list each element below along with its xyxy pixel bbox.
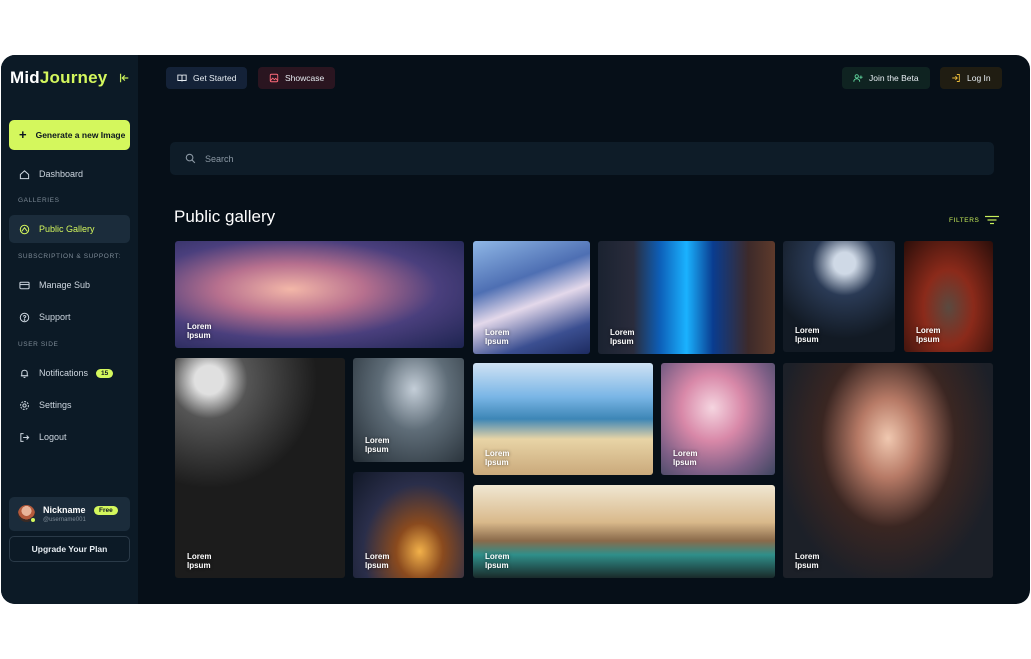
bell-icon <box>20 369 29 378</box>
gallery-icon <box>19 224 30 234</box>
image-caption: Lorem Ipsum <box>795 552 820 570</box>
filters-label: FILTERS <box>949 216 980 224</box>
image-caption: Lorem Ipsum <box>795 326 820 344</box>
gallery-image-unicorn[interactable]: Lorem Ipsum <box>661 363 775 475</box>
section-heading-galleries: GALLERIES <box>18 197 60 204</box>
user-nickname: Nickname <box>43 505 86 515</box>
generate-image-button[interactable]: + Generate a new Image <box>9 120 130 150</box>
plus-icon: + <box>19 127 27 142</box>
logo: MidJourney <box>10 68 107 88</box>
upgrade-plan-label: Upgrade Your Plan <box>31 544 108 554</box>
plan-badge: Free <box>94 506 118 515</box>
get-started-button[interactable]: Get Started <box>166 67 248 89</box>
image-caption: Lorem Ipsum <box>485 449 510 467</box>
filters-button[interactable]: FILTERS <box>949 215 1000 225</box>
online-status-dot <box>30 517 36 523</box>
app-window: MidJourney + Generate a new Image Dashbo… <box>1 55 1030 604</box>
login-label: Log In <box>967 73 991 83</box>
login-button[interactable]: Log In <box>940 67 1002 89</box>
user-plus-icon <box>853 74 863 82</box>
gallery-image-futuristic-city[interactable]: Lorem Ipsum <box>473 485 775 578</box>
showcase-button[interactable]: Showcase <box>258 67 336 89</box>
sidebar-item-logout[interactable]: Logout <box>9 423 130 451</box>
sidebar-item-label: Dashboard <box>39 169 84 179</box>
sidebar: MidJourney + Generate a new Image Dashbo… <box>1 55 138 604</box>
image-caption: Lorem Ipsum <box>365 552 390 570</box>
section-heading-subscription: SUBSCRIPTION & SUPPORT: <box>18 253 121 260</box>
gallery-image-nebula-sky[interactable]: Lorem Ipsum <box>175 241 464 348</box>
image-caption: Lorem Ipsum <box>485 552 510 570</box>
image-caption: Lorem Ipsum <box>485 328 510 346</box>
logout-icon <box>20 432 30 442</box>
join-beta-label: Join the Beta <box>869 73 919 83</box>
image-caption: Lorem Ipsum <box>187 552 212 570</box>
section-heading-user-side: USER SIDE <box>18 341 59 348</box>
image-icon <box>269 73 279 83</box>
upgrade-plan-button[interactable]: Upgrade Your Plan <box>9 536 130 562</box>
sidebar-item-manage-sub[interactable]: Manage Sub <box>9 271 130 299</box>
gallery-image-crowned-woman[interactable]: Lorem Ipsum <box>783 363 993 578</box>
search-input[interactable]: Search <box>170 142 994 175</box>
gallery-image-tropical-beach[interactable]: Lorem Ipsum <box>473 363 653 475</box>
user-profile-card[interactable]: Nickname @username001 Free <box>9 497 130 531</box>
showcase-label: Showcase <box>285 73 325 83</box>
sidebar-item-label: Settings <box>39 400 72 410</box>
logo-text-mid: Mid <box>10 68 40 87</box>
gallery-image-wizard-temple[interactable]: Lorem Ipsum <box>904 241 993 352</box>
search-icon <box>185 153 196 164</box>
image-caption: Lorem Ipsum <box>610 328 635 346</box>
notifications-count-badge: 15 <box>96 368 114 378</box>
gallery-image-cave-waterfall[interactable]: Lorem Ipsum <box>353 358 464 462</box>
join-beta-button[interactable]: Join the Beta <box>842 67 930 89</box>
get-started-label: Get Started <box>193 73 237 83</box>
home-icon <box>19 169 30 179</box>
generate-image-label: Generate a new Image <box>35 130 126 140</box>
image-caption: Lorem Ipsum <box>365 436 390 454</box>
gallery-image-neon-circuit[interactable]: Lorem Ipsum <box>598 241 775 354</box>
image-caption: Lorem Ipsum <box>916 326 941 344</box>
gallery-image-couple-lights[interactable]: Lorem Ipsum <box>353 472 464 578</box>
sidebar-item-label: Logout <box>39 432 67 442</box>
page-title: Public gallery <box>174 207 276 226</box>
gallery-image-abstract-waves[interactable]: Lorem Ipsum <box>473 241 590 354</box>
sidebar-item-label: Support <box>39 312 71 322</box>
sidebar-item-label: Public Gallery <box>39 224 95 234</box>
help-icon <box>19 312 30 322</box>
sidebar-item-settings[interactable]: Settings <box>9 391 130 419</box>
gallery-image-saxophonist[interactable]: Lorem Ipsum <box>175 358 345 578</box>
sidebar-item-support[interactable]: Support <box>9 303 130 331</box>
sidebar-item-public-gallery[interactable]: Public Gallery <box>9 215 130 243</box>
card-icon <box>19 281 30 289</box>
gear-icon <box>20 400 29 410</box>
sidebar-item-label: Manage Sub <box>39 280 91 290</box>
image-caption: Lorem Ipsum <box>187 322 212 340</box>
search-placeholder: Search <box>205 153 234 164</box>
logo-text-journey: Journey <box>39 68 108 87</box>
avatar <box>18 505 36 523</box>
image-caption: Lorem Ipsum <box>673 449 698 467</box>
book-icon <box>177 74 187 82</box>
sidebar-item-notifications[interactable]: Notifications 15 <box>9 359 130 387</box>
gallery-image-boy-moon[interactable]: Lorem Ipsum <box>783 241 895 352</box>
user-username: @username001 <box>43 517 86 523</box>
filter-icon <box>985 215 1000 225</box>
sidebar-item-label: Notifications <box>39 368 89 378</box>
collapse-sidebar-icon[interactable] <box>118 72 132 86</box>
sidebar-item-dashboard[interactable]: Dashboard <box>9 160 130 188</box>
login-icon <box>952 74 960 82</box>
